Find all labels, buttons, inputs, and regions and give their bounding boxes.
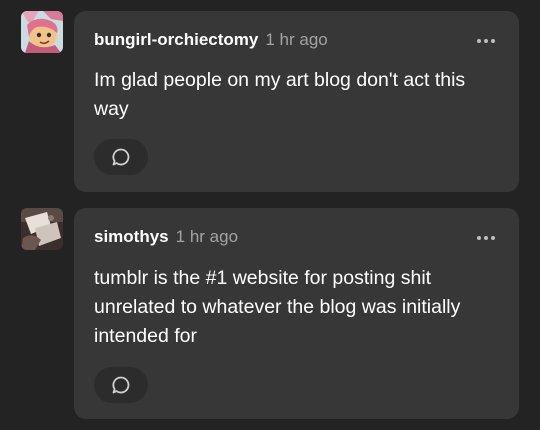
reply-button[interactable]: [94, 139, 148, 175]
timestamp: 1 hr ago: [175, 227, 239, 246]
reply-card: bungirl-orchiectomy 1 hr ago Im glad peo…: [74, 11, 519, 192]
speech-bubble-icon: [112, 376, 130, 394]
reply-header: bungirl-orchiectomy 1 hr ago: [94, 30, 328, 50]
user-avatar[interactable]: [21, 208, 63, 250]
user-avatar[interactable]: [21, 11, 63, 53]
reply-card: simothys 1 hr ago tumblr is the #1 websi…: [74, 208, 519, 419]
more-options-icon[interactable]: [477, 236, 495, 240]
timestamp: 1 hr ago: [265, 30, 328, 49]
reply-text: tumblr is the #1 website for posting shi…: [94, 267, 461, 347]
reply-text: Im glad people on my art blog don't act …: [94, 69, 466, 120]
speech-bubble-icon: [112, 148, 130, 166]
reply-button[interactable]: [94, 367, 148, 403]
username-link[interactable]: bungirl-orchiectomy: [94, 30, 258, 50]
photo-avatar-icon: [21, 208, 63, 250]
more-options-icon[interactable]: [477, 39, 495, 43]
pink-character-avatar-icon: [21, 11, 63, 53]
username-link[interactable]: simothys: [94, 227, 169, 247]
reply-header: simothys 1 hr ago: [94, 227, 238, 247]
